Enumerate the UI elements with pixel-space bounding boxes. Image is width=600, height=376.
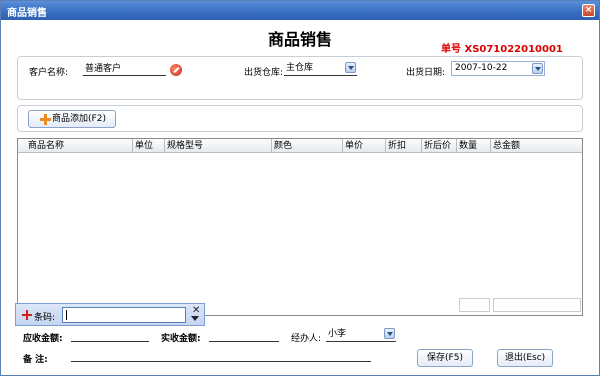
customer-field[interactable]: 普通客户 xyxy=(83,62,166,76)
receivable-label: 应收金额: xyxy=(23,334,63,344)
remark-field[interactable] xyxy=(71,348,371,362)
chevron-down-icon[interactable] xyxy=(191,316,199,321)
close-button[interactable]: × xyxy=(582,4,595,17)
product-grid[interactable]: 商品名称 单位 规格型号 颜色 单价 折扣 折后价 数量 总金额 xyxy=(17,138,583,316)
window-content: 商品销售 单号 XS071022010001 客户名称: 普通客户 出货仓库: … xyxy=(1,20,599,375)
grid-summary-total xyxy=(493,298,581,312)
receivable-field[interactable] xyxy=(71,328,149,342)
customer-label: 客户名称: xyxy=(29,68,69,78)
window-title: 商品销售 xyxy=(7,8,47,19)
date-value: 2007-10-22 xyxy=(455,63,508,73)
chevron-down-icon[interactable] xyxy=(345,62,356,73)
handler-label: 经办人: xyxy=(291,334,322,344)
col-header[interactable]: 单价 xyxy=(342,139,385,153)
exit-button[interactable]: 退出(Esc) xyxy=(497,349,553,367)
date-picker[interactable]: 2007-10-22 xyxy=(451,61,545,76)
received-label: 实收金额: xyxy=(161,334,201,344)
chevron-down-icon[interactable] xyxy=(532,63,543,74)
handler-value: 小李 xyxy=(328,329,347,339)
barcode-input[interactable] xyxy=(62,307,186,323)
col-header[interactable]: 数量 xyxy=(456,139,490,153)
title-bar: 商品销售 × xyxy=(1,1,599,20)
handler-select[interactable]: 小李 xyxy=(326,327,396,342)
document-number: 单号 XS071022010001 xyxy=(441,44,563,55)
plus-icon xyxy=(40,114,51,125)
close-icon[interactable]: ✕ xyxy=(192,305,200,316)
received-field[interactable] xyxy=(209,328,279,342)
col-header[interactable]: 单位 xyxy=(132,139,164,153)
col-header[interactable]: 商品名称 xyxy=(26,139,132,153)
warehouse-select[interactable]: 主仓库 xyxy=(284,61,357,76)
customer-lookup-icon[interactable] xyxy=(170,64,182,76)
grid-summary-qty xyxy=(459,298,490,312)
sales-window: 商品销售 × 商品销售 单号 XS071022010001 客户名称: 普通客户… xyxy=(0,0,600,376)
remark-label: 备 注: xyxy=(23,355,48,365)
add-product-button[interactable]: 商品添加(F2) xyxy=(28,110,116,128)
warehouse-value: 主仓库 xyxy=(286,63,314,73)
date-label: 出货日期: xyxy=(406,68,446,78)
grid-header: 商品名称 单位 规格型号 颜色 单价 折扣 折后价 数量 总金额 xyxy=(18,139,582,153)
col-header[interactable]: 折后价 xyxy=(421,139,456,153)
move-icon[interactable] xyxy=(22,310,32,320)
add-product-label: 商品添加(F2) xyxy=(52,114,106,124)
col-header[interactable]: 规格型号 xyxy=(164,139,271,153)
save-button[interactable]: 保存(F5) xyxy=(417,349,473,367)
col-header[interactable]: 总金额 xyxy=(490,139,582,153)
barcode-bar: 条码: ✕ xyxy=(15,303,205,326)
col-header[interactable]: 颜色 xyxy=(271,139,342,153)
barcode-label: 条码: xyxy=(34,313,56,323)
chevron-down-icon[interactable] xyxy=(384,328,395,339)
col-header[interactable]: 折扣 xyxy=(385,139,421,153)
warehouse-label: 出货仓库: xyxy=(244,68,284,78)
